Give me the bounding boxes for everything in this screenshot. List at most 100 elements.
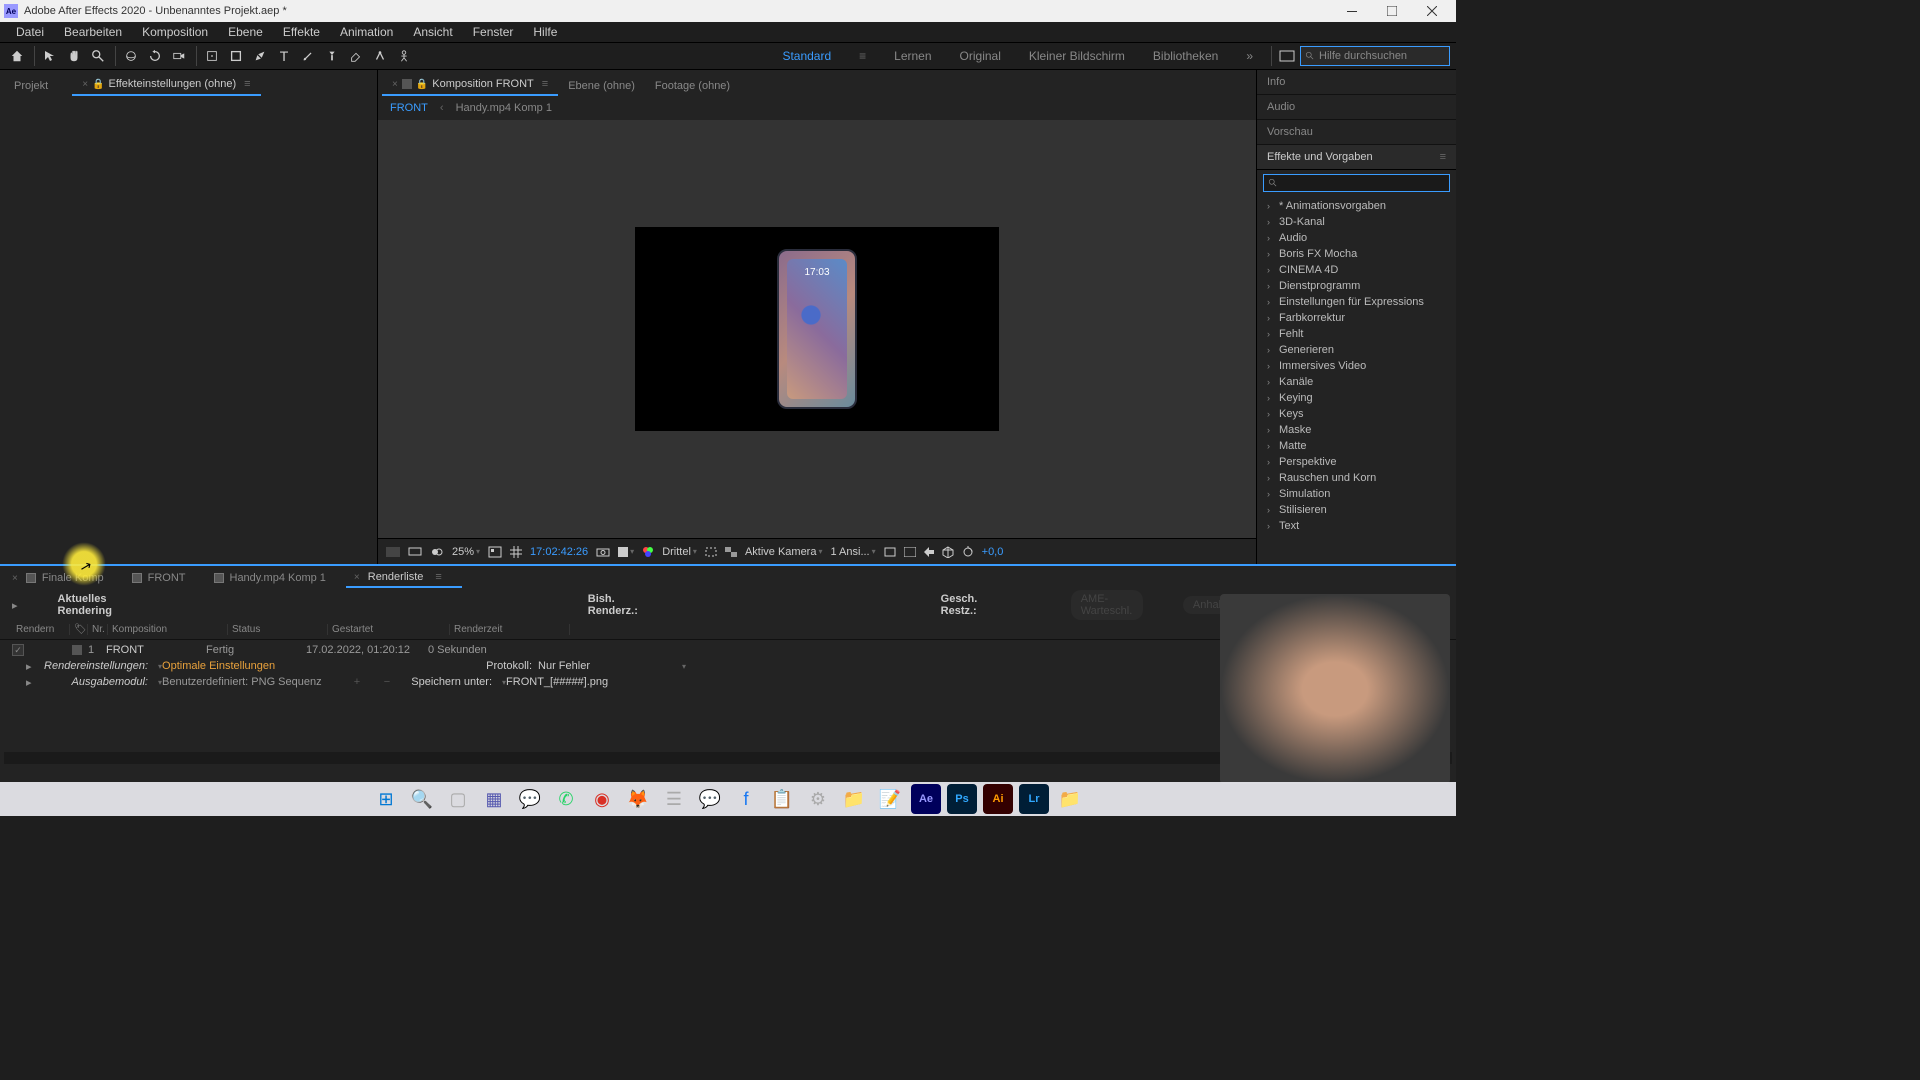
photoshop-icon[interactable]: Ps xyxy=(947,784,977,814)
exposure-value[interactable]: +0,0 xyxy=(982,546,1004,558)
reset-exposure-icon[interactable] xyxy=(962,546,974,558)
panel-options-icon[interactable]: ≡ xyxy=(435,571,441,583)
tab-project[interactable]: Projekt xyxy=(4,76,58,96)
firefox-icon[interactable]: 🦊 xyxy=(623,784,653,814)
search-taskbar-icon[interactable]: 🔍 xyxy=(407,784,437,814)
dropdown-icon[interactable]: ▾ xyxy=(682,662,686,671)
workspace-options-icon[interactable]: ≡ xyxy=(845,45,880,67)
monitor-icon[interactable] xyxy=(408,547,422,557)
camera-dropdown[interactable]: Aktive Kamera ▾ xyxy=(745,546,823,558)
tree-item[interactable]: ›* Animationsvorgaben xyxy=(1257,198,1456,214)
breadcrumb-handy[interactable]: Handy.mp4 Komp 1 xyxy=(456,102,552,114)
panel-options-icon[interactable]: ≡ xyxy=(1440,151,1446,163)
ame-queue-button[interactable]: AME-Warteschl. xyxy=(1071,590,1143,620)
pixel-aspect-icon[interactable] xyxy=(904,547,916,557)
workspace-original[interactable]: Original xyxy=(946,45,1015,67)
tree-item[interactable]: ›Audio xyxy=(1257,230,1456,246)
tree-item[interactable]: ›Dienstprogramm xyxy=(1257,278,1456,294)
menu-komposition[interactable]: Komposition xyxy=(132,23,218,41)
tab-ebene[interactable]: Ebene (ohne) xyxy=(558,76,645,96)
tree-item[interactable]: ›Keying xyxy=(1257,390,1456,406)
tree-item[interactable]: ›Matte xyxy=(1257,438,1456,454)
maximize-button[interactable] xyxy=(1372,0,1412,22)
tree-item[interactable]: ›Maske xyxy=(1257,422,1456,438)
pen-tool-icon[interactable] xyxy=(249,45,271,67)
audio-panel-header[interactable]: Audio xyxy=(1257,95,1456,120)
text-tool-icon[interactable]: T xyxy=(273,45,295,67)
tab-handy[interactable]: Handy.mp4 Komp 1 xyxy=(206,569,346,587)
after-effects-icon[interactable]: Ae xyxy=(911,784,941,814)
tab-renderliste[interactable]: × Renderliste ≡ xyxy=(346,568,462,588)
tree-item[interactable]: ›Keys xyxy=(1257,406,1456,422)
task-view-icon[interactable]: ▢ xyxy=(443,784,473,814)
tab-close-icon[interactable]: × xyxy=(12,573,18,584)
tree-item[interactable]: ›Einstellungen für Expressions xyxy=(1257,294,1456,310)
menu-hilfe[interactable]: Hilfe xyxy=(523,23,567,41)
composition-viewer[interactable]: 17:03 xyxy=(378,120,1256,538)
remove-output-icon[interactable]: − xyxy=(372,676,402,688)
menu-fenster[interactable]: Fenster xyxy=(463,23,524,41)
zoom-tool-icon[interactable] xyxy=(87,45,109,67)
illustrator-icon[interactable]: Ai xyxy=(983,784,1013,814)
views-dropdown[interactable]: 1 Ansi... ▾ xyxy=(830,546,875,558)
tree-item[interactable]: ›Fehlt xyxy=(1257,326,1456,342)
rotate-tool-icon[interactable] xyxy=(144,45,166,67)
tab-front[interactable]: FRONT xyxy=(124,569,206,587)
transparency-icon[interactable] xyxy=(725,547,737,557)
menu-ansicht[interactable]: Ansicht xyxy=(403,23,462,41)
alpha-icon[interactable] xyxy=(386,547,400,557)
tree-item[interactable]: ›CINEMA 4D xyxy=(1257,262,1456,278)
tree-item[interactable]: ›Rauschen und Korn xyxy=(1257,470,1456,486)
tree-item[interactable]: ›Immersives Video xyxy=(1257,358,1456,374)
menu-effekte[interactable]: Effekte xyxy=(273,23,330,41)
orbit-tool-icon[interactable] xyxy=(120,45,142,67)
brush-tool-icon[interactable] xyxy=(297,45,319,67)
lock-icon[interactable]: 🔒 xyxy=(416,79,428,90)
resolution-dropdown[interactable]: Drittel ▾ xyxy=(662,546,697,558)
tab-close-icon[interactable]: × xyxy=(392,79,398,90)
start-button[interactable]: ⊞ xyxy=(371,784,401,814)
tab-finale-komp[interactable]: × Finale Komp xyxy=(4,569,124,587)
whatsapp-icon[interactable]: ✆ xyxy=(551,784,581,814)
home-tool-icon[interactable] xyxy=(6,45,28,67)
speichern-value[interactable]: FRONT_[#####].png xyxy=(506,676,608,688)
tree-item[interactable]: ›Generieren xyxy=(1257,342,1456,358)
selection-tool-icon[interactable] xyxy=(39,45,61,67)
mask-icon[interactable] xyxy=(430,547,444,557)
tab-footage[interactable]: Footage (ohne) xyxy=(645,76,740,96)
workspace-bibliotheken[interactable]: Bibliotheken xyxy=(1139,45,1232,67)
effects-panel-header[interactable]: Effekte und Vorgaben ≡ xyxy=(1257,145,1456,170)
protokoll-value[interactable]: Nur Fehler xyxy=(538,660,678,672)
messenger-icon[interactable]: 💬 xyxy=(695,784,725,814)
3d-icon[interactable] xyxy=(942,546,954,558)
effects-search-input[interactable] xyxy=(1263,174,1450,192)
hand-tool-icon[interactable] xyxy=(63,45,85,67)
tree-item[interactable]: ›3D-Kanal xyxy=(1257,214,1456,230)
tree-item[interactable]: ›Kanäle xyxy=(1257,374,1456,390)
breadcrumb-front[interactable]: FRONT xyxy=(390,102,428,114)
puppet-tool-icon[interactable] xyxy=(393,45,415,67)
close-button[interactable] xyxy=(1412,0,1452,22)
lightroom-icon[interactable]: Lr xyxy=(1019,784,1049,814)
info-panel-header[interactable]: Info xyxy=(1257,70,1456,95)
frame-icon[interactable] xyxy=(1276,45,1298,67)
tab-composition[interactable]: × 🔒 Komposition FRONT ≡ xyxy=(382,74,558,96)
anchor-tool-icon[interactable] xyxy=(201,45,223,67)
app-icon[interactable]: 💬 xyxy=(515,784,545,814)
menu-ebene[interactable]: Ebene xyxy=(218,23,273,41)
workspace-standard[interactable]: Standard xyxy=(768,45,845,67)
app-icon[interactable]: 📋 xyxy=(767,784,797,814)
shape-tool-icon[interactable] xyxy=(225,45,247,67)
menu-bearbeiten[interactable]: Bearbeiten xyxy=(54,23,132,41)
workspace-overflow-icon[interactable]: » xyxy=(1232,45,1267,67)
camera-tool-icon[interactable] xyxy=(168,45,190,67)
chevron-left-icon[interactable]: ‹ xyxy=(440,102,444,114)
notepad-icon[interactable]: 📝 xyxy=(875,784,905,814)
expand-icon[interactable]: ▸ xyxy=(26,676,36,689)
render-settings-value[interactable]: Optimale Einstellungen xyxy=(162,660,342,672)
tab-effect-controls[interactable]: × 🔒 Effekteinstellungen (ohne) ≡ xyxy=(72,74,260,96)
guide-icon[interactable] xyxy=(884,547,896,557)
workspace-kleiner[interactable]: Kleiner Bildschirm xyxy=(1015,45,1139,67)
tab-close-icon[interactable]: × xyxy=(354,572,360,583)
add-output-icon[interactable]: + xyxy=(342,676,372,688)
